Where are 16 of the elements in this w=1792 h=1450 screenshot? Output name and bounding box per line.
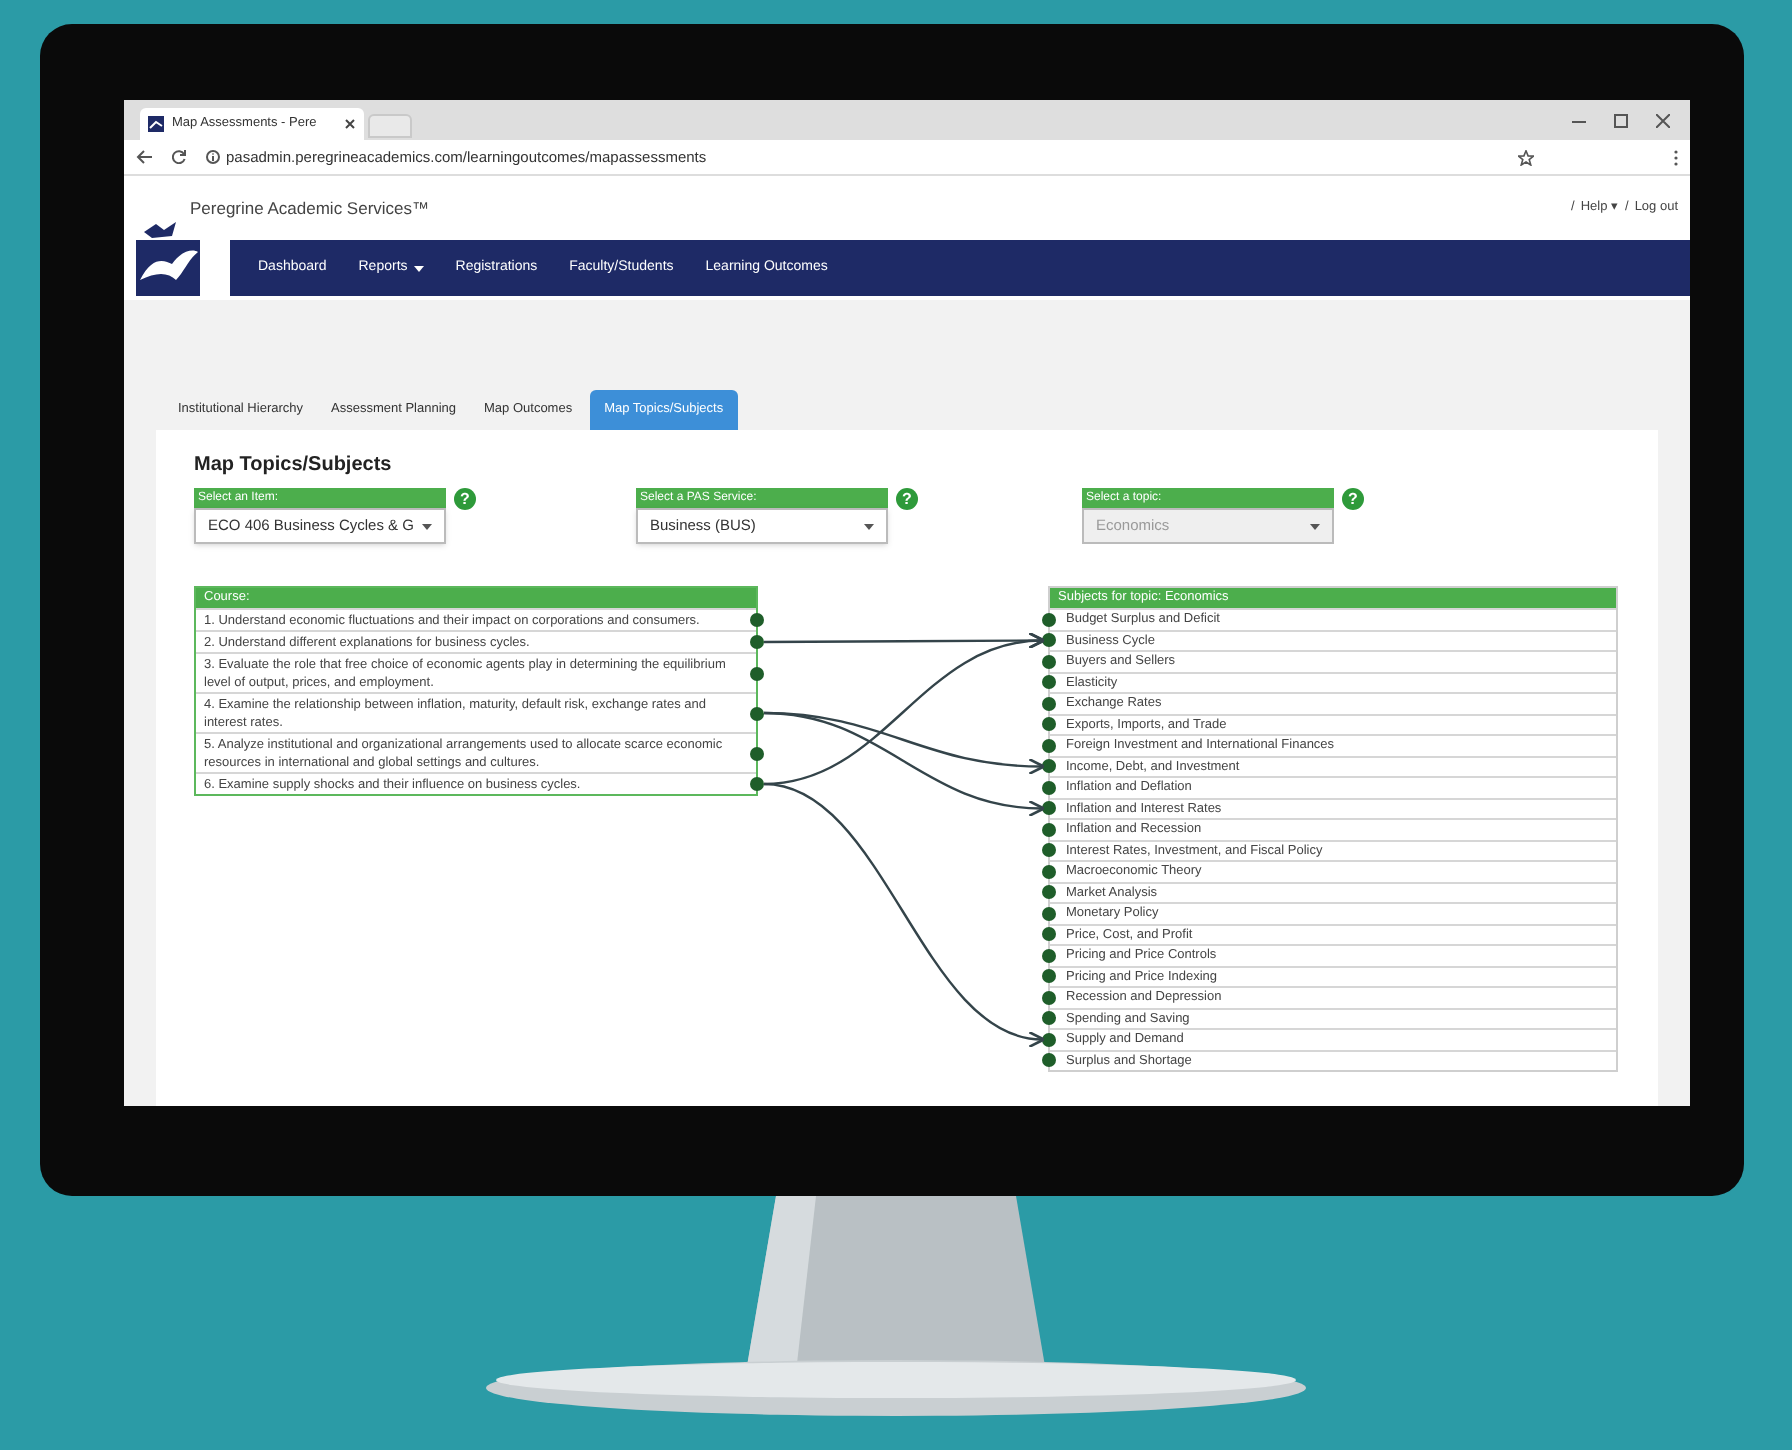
close-icon[interactable] [1656,113,1670,127]
close-icon[interactable] [344,118,356,130]
star-icon[interactable] [1518,149,1534,165]
caret-icon [1310,523,1320,529]
reload-icon[interactable] [172,150,186,164]
caret-icon [413,265,424,271]
page-title: Map Topics/Subjects [194,452,394,480]
help-icon[interactable]: ? [454,488,476,510]
help-icon[interactable]: ? [896,488,918,510]
maximize-icon[interactable] [1614,113,1628,127]
caret-icon [422,523,432,529]
back-arrow-icon[interactable] [136,150,152,164]
site-title: Peregrine Academic Services™ [190,195,430,221]
info-icon[interactable] [206,150,220,164]
caret-icon [864,523,874,529]
logo-icon [148,116,164,132]
